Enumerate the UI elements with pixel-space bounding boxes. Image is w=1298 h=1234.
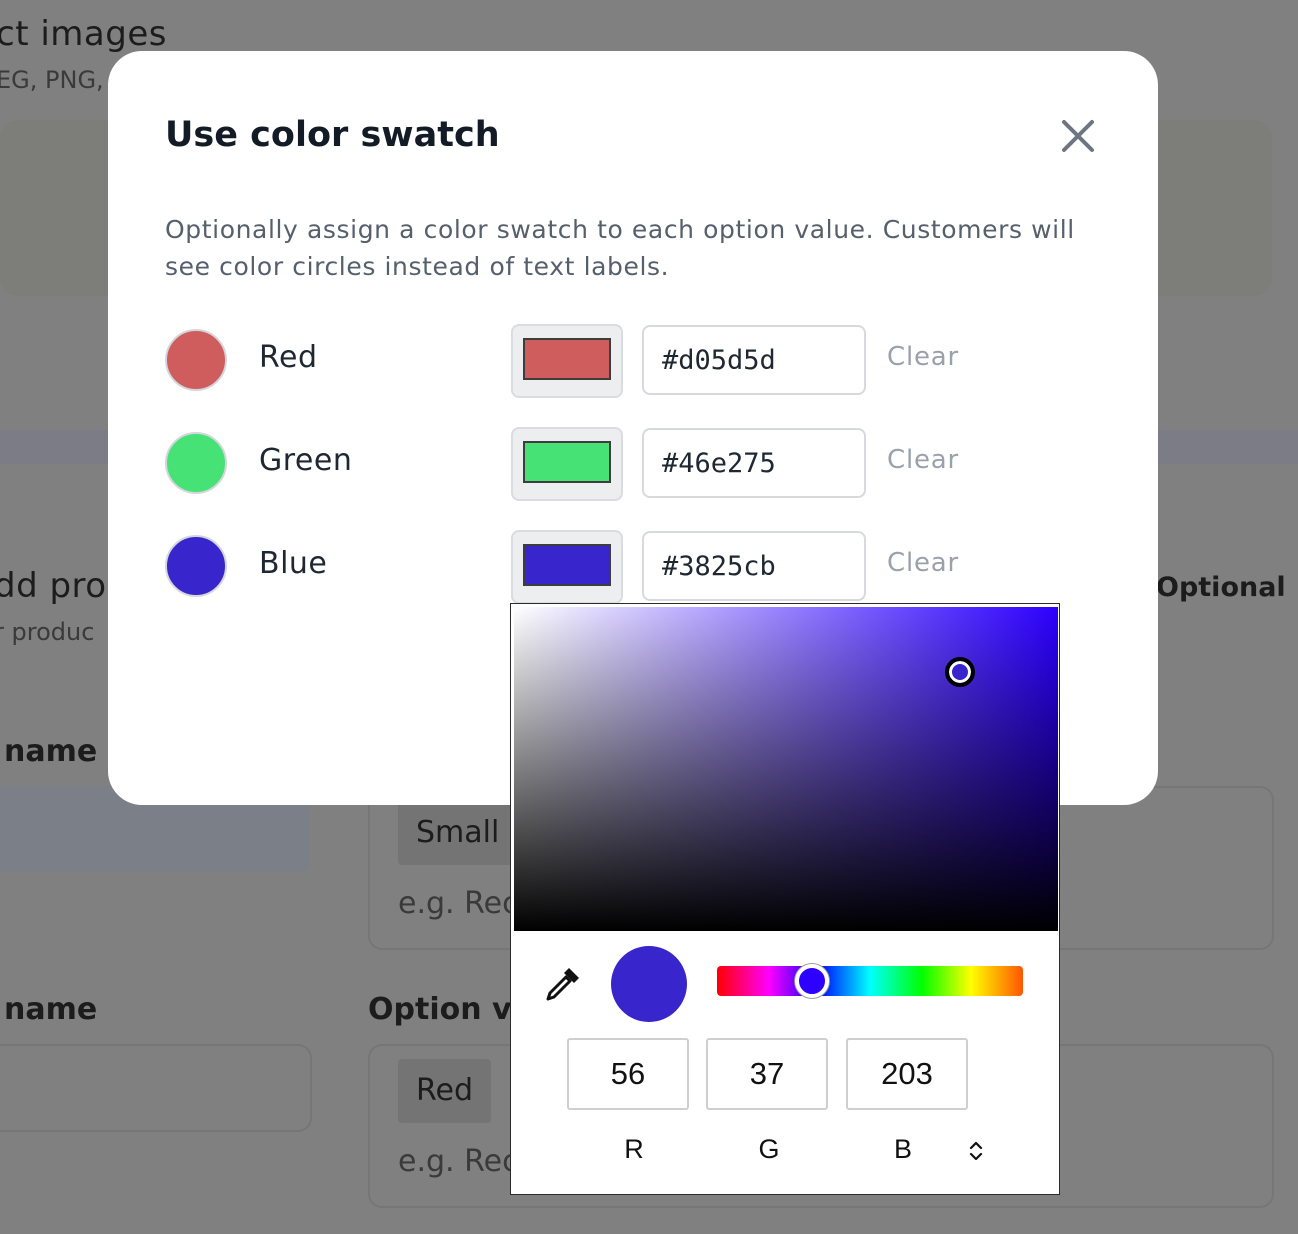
clear-button[interactable]: Clear xyxy=(887,445,959,475)
swatch-row-green: Green Clear xyxy=(165,427,1065,501)
color-picker-button[interactable] xyxy=(511,530,623,604)
modal-description: Optionally assign a color swatch to each… xyxy=(165,215,1075,281)
color-picker-popover: R G B xyxy=(510,603,1060,1195)
page-title: ct images xyxy=(0,14,167,54)
color-mode-toggle[interactable] xyxy=(967,1138,985,1164)
hue-slider-handle[interactable] xyxy=(794,964,829,998)
color-picker-button[interactable] xyxy=(511,324,623,398)
clear-button[interactable]: Clear xyxy=(887,342,959,372)
section-subtitle: r produc xyxy=(0,618,95,646)
option-placeholder-2: e.g. Rec xyxy=(398,1144,519,1179)
swatch-circle xyxy=(165,432,227,494)
green-label: G xyxy=(758,1134,780,1164)
color-preview-fill xyxy=(523,544,611,586)
saturation-brightness-area[interactable] xyxy=(514,607,1058,931)
saturation-handle[interactable] xyxy=(945,656,976,687)
blue-input[interactable] xyxy=(846,1038,968,1110)
green-input[interactable] xyxy=(706,1038,828,1110)
option-name-label-2: name xyxy=(4,992,98,1027)
option-values-label: Option va xyxy=(368,992,532,1027)
color-preview-fill xyxy=(523,441,611,483)
swatch-label: Red xyxy=(259,340,318,375)
option-name-field-2 xyxy=(0,1044,312,1132)
optional-label: Optional xyxy=(1156,572,1286,603)
color-preview-fill xyxy=(523,338,611,380)
eyedropper-button[interactable] xyxy=(541,962,585,1006)
close-button[interactable] xyxy=(1057,115,1099,157)
close-icon xyxy=(1062,120,1094,152)
swatch-circle xyxy=(165,329,227,391)
hex-input[interactable] xyxy=(642,531,866,601)
hex-input[interactable] xyxy=(642,428,866,498)
swatch-row-blue: Blue Clear xyxy=(165,530,1065,604)
swatch-circle xyxy=(165,535,227,597)
color-picker-button[interactable] xyxy=(511,427,623,501)
eyedropper-icon xyxy=(546,968,579,1001)
red-input[interactable] xyxy=(567,1038,689,1110)
option-placeholder: e.g. Rec xyxy=(398,886,519,921)
swatch-label: Green xyxy=(259,443,353,478)
clear-button[interactable]: Clear xyxy=(887,548,959,578)
option-chip: Small xyxy=(398,801,518,865)
page-subtitle: EG, PNG, xyxy=(0,66,104,94)
red-label: R xyxy=(624,1134,644,1164)
hex-input[interactable] xyxy=(642,325,866,395)
swatch-row-red: Red Clear xyxy=(165,324,1065,398)
section-title: dd pro xyxy=(0,566,107,606)
blue-label: B xyxy=(893,1134,912,1164)
option-name-label: name xyxy=(4,734,98,769)
chevron-up-down-icon xyxy=(969,1141,983,1161)
hue-slider[interactable] xyxy=(717,964,1023,998)
option-chip-2: Red xyxy=(398,1059,491,1123)
color-preview-circle xyxy=(611,946,687,1022)
modal-title: Use color swatch xyxy=(165,115,500,155)
swatch-label: Blue xyxy=(259,546,328,581)
